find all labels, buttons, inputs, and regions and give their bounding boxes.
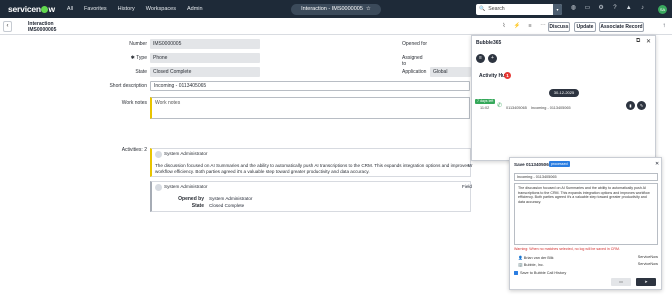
menu-icon[interactable]: ≡	[476, 54, 485, 63]
star-icon[interactable]: ☆	[366, 6, 371, 12]
servicenow-logo[interactable]: servicen w	[8, 4, 55, 14]
work-notes-label: Work notes	[121, 100, 147, 106]
nav-history[interactable]: History	[118, 6, 135, 12]
nav-icons: ◍ ▭ ⚙ ? ▲ ♪	[570, 4, 646, 13]
bell-icon[interactable]: ♪	[639, 4, 646, 13]
activity-entry: System Administrator W The discussion fo…	[150, 148, 472, 177]
bubble365-panel: Bubble365 ⧉ ✕ ≡ + Activity Hub 1 30-12-2…	[471, 35, 656, 161]
more-icon[interactable]: ⋯	[539, 23, 547, 29]
attachment-icon[interactable]: ⌇	[500, 23, 508, 29]
discuss-button[interactable]: Discuss	[548, 21, 570, 32]
form-header: ‹ Interaction IMS0000005 ⌇ ⚡ ≡ ⋯ Discuss…	[0, 18, 672, 35]
help-icon[interactable]: ?	[611, 4, 618, 13]
edit-icon[interactable]: ✎	[637, 101, 646, 110]
nav-workspaces[interactable]: Workspaces	[146, 6, 176, 12]
state-label: State	[135, 69, 147, 75]
date-chip: 30-12-2025	[549, 89, 579, 97]
work-notes-input[interactable]: Work notes	[150, 97, 470, 119]
notifications-icon[interactable]: ▲	[625, 4, 632, 13]
call-label: Incoming - 0113405065	[531, 106, 571, 110]
days-left-badge: 7 days left	[475, 99, 496, 104]
match-source: ServiceNow	[637, 262, 658, 266]
save-call-modal: Save 0113405065 processed ✕ Incoming - 0…	[509, 157, 662, 290]
top-nav: servicen w All Favorites History Workspac…	[0, 0, 672, 18]
state-field[interactable]: Closed Complete	[150, 67, 260, 77]
nav-admin[interactable]: Admin	[187, 6, 203, 12]
form-title: Interaction IMS0000005	[28, 21, 56, 33]
search-scope-dropdown[interactable]: ▾	[553, 3, 562, 15]
popout-icon[interactable]: ⧉	[636, 38, 640, 45]
summary-textarea[interactable]: The discussion focused on AI Summaries a…	[514, 183, 658, 245]
record-title-pill[interactable]: Interaction - IMS0000005 ☆	[291, 3, 381, 15]
globe-icon[interactable]: ◍	[570, 4, 577, 13]
call-number: 0113405065	[506, 106, 527, 110]
nav-menu: All Favorites History Workspaces Admin	[67, 6, 214, 12]
close-icon[interactable]: ✕	[646, 38, 651, 45]
call-subject-input[interactable]: Incoming - 0113405065	[514, 173, 658, 181]
discard-button[interactable]: ▭	[611, 278, 631, 286]
opened-for-label: Opened for	[402, 41, 428, 47]
short-description-input[interactable]: Incoming - 0113405065	[150, 81, 470, 91]
number-field: IMS0000005	[150, 39, 260, 49]
phone-icon: ✆	[497, 103, 503, 109]
update-button[interactable]: Update	[574, 21, 596, 32]
nav-all[interactable]: All	[67, 6, 73, 12]
settings-icon[interactable]: ⚙	[598, 4, 605, 13]
chat-icon[interactable]: ▭	[584, 4, 591, 13]
processed-badge: processed	[549, 161, 570, 167]
bubble-title: Bubble365	[476, 40, 502, 46]
global-search[interactable]: 🔍 Search ▾	[476, 3, 562, 15]
match-name: Brian van der Blik	[523, 256, 554, 260]
form-title-table: Interaction	[28, 20, 54, 27]
state-change-label: State	[191, 203, 204, 209]
settings-sliders-icon[interactable]: ≡	[526, 23, 534, 29]
activity-user: System Administrator	[164, 151, 208, 156]
short-description-label: Short description	[109, 83, 147, 89]
activity-user: System Administrator	[164, 184, 208, 189]
activity-icon[interactable]: ⚡	[513, 23, 521, 29]
call-entry[interactable]: 7 days left ✆ 11:02 0113405065 Incoming …	[475, 98, 651, 116]
save-history-checkbox[interactable]	[514, 271, 518, 275]
form-title-number: IMS0000005	[28, 26, 57, 33]
opened-by-value: System Administrator	[209, 196, 253, 201]
assigned-to-label: Assigned to	[402, 55, 423, 67]
delete-icon[interactable]: ▮	[626, 101, 635, 110]
type-label-text: Type	[136, 55, 147, 61]
match-row[interactable]: 👤 Brian van der Blik ServiceNow	[518, 255, 658, 260]
avatar	[155, 151, 162, 158]
header-icons: ⌇ ⚡ ≡ ⋯	[500, 23, 547, 29]
scroll-up-icon[interactable]: ↑	[659, 21, 669, 32]
associate-record-button[interactable]: Associate Record	[599, 21, 644, 32]
opened-by-label: Opened by	[178, 196, 204, 202]
search-icon: 🔍	[479, 6, 486, 12]
application-label: Application	[402, 69, 427, 75]
user-avatar[interactable]: SA	[658, 4, 667, 14]
warning-text: Warning: When no matches selected, no lo…	[514, 247, 620, 251]
add-icon[interactable]: +	[488, 54, 497, 63]
record-title-text: Interaction - IMS0000005	[301, 6, 363, 12]
match-row[interactable]: 🏢 Bubble, Inc. ServiceNow	[518, 262, 658, 267]
nav-favorites[interactable]: Favorites	[84, 6, 107, 12]
match-name: Bubble, Inc.	[523, 263, 544, 267]
state-change-value: Closed Complete	[209, 203, 245, 208]
save-history-label: Save to Bubble Call History	[520, 271, 567, 275]
type-label: ✱ Type	[95, 55, 147, 61]
activity-right-mark: Field	[462, 184, 472, 189]
activity-entry: System Administrator Field Opened by Sys…	[150, 181, 472, 212]
save-modal-title: Save 0113405065	[514, 162, 552, 167]
close-icon[interactable]: ✕	[655, 161, 659, 167]
match-source: ServiceNow	[637, 255, 658, 259]
application-field: Global	[430, 67, 471, 77]
avatar	[155, 184, 162, 191]
activity-hub-count: 1	[504, 72, 511, 79]
type-field[interactable]: Phone	[150, 53, 260, 63]
search-input[interactable]: Search	[488, 6, 553, 12]
activity-body: The discussion focused on AI Summaries a…	[155, 163, 470, 174]
activities-label: Activities: 2	[121, 147, 147, 153]
back-button[interactable]: ‹	[3, 21, 12, 32]
number-label: Number	[129, 41, 147, 47]
call-time: 11:02	[480, 106, 490, 110]
send-button[interactable]: ➤	[636, 278, 656, 286]
